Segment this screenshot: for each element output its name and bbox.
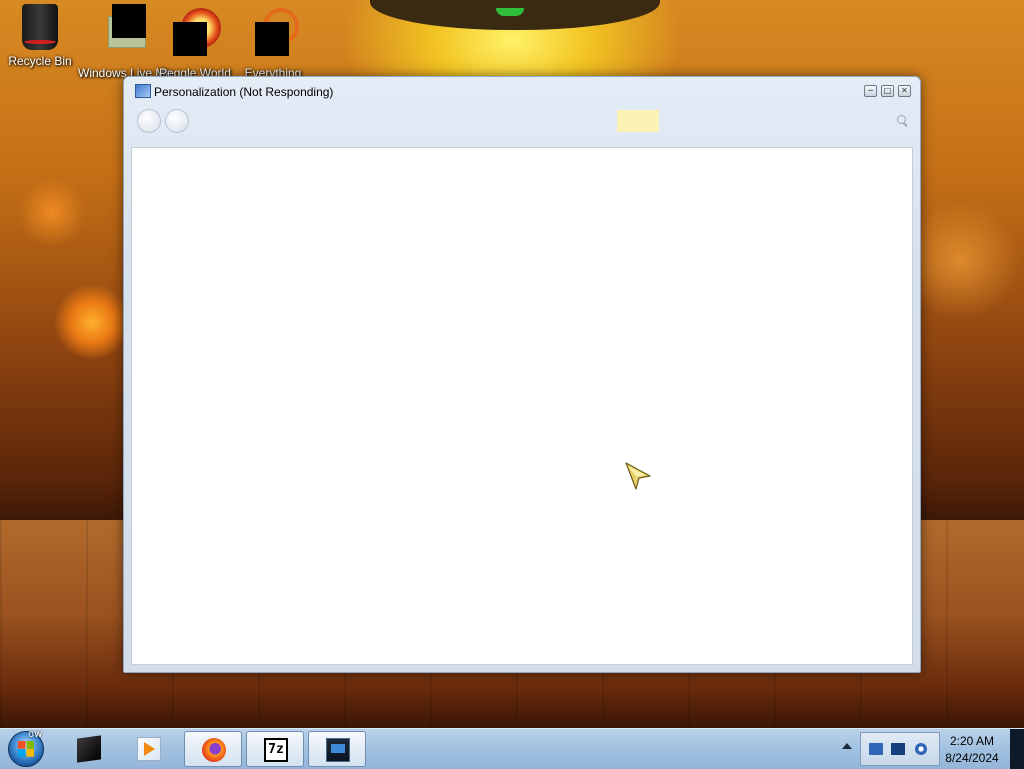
taskbar-item-7zip[interactable]: 7z [246,731,304,767]
peggle-world-icon [173,8,221,56]
window-content-area [131,147,913,665]
show-hidden-icons-button[interactable] [842,743,852,749]
maximize-button[interactable]: □ [881,85,894,97]
close-button[interactable]: ✕ [898,85,911,97]
minimize-icon: ─ [868,86,873,95]
system-tray [860,732,940,766]
taskbar-item-firefox[interactable] [184,731,242,767]
windows-logo-icon [18,741,34,757]
clock-time[interactable]: 2:20 AM [940,734,1004,748]
start-label: ow [28,729,43,740]
volume-icon[interactable] [915,743,927,755]
desktop-icon-everything[interactable]: Everything [233,4,313,80]
control-panel-icon [135,84,151,98]
search-icon[interactable] [897,115,906,124]
window-toolbar [130,105,914,145]
mouse-cursor-icon [625,462,651,490]
window-title: Personalization (Not Responding) [154,85,334,99]
desktop-icon-label: Recycle Bin [8,54,72,68]
taskbar: ow 7z 2:20 AM 8/24/2024 [0,728,1024,769]
media-player-icon [137,737,161,761]
taskbar-item-media-player[interactable] [120,731,178,767]
window-titlebar[interactable]: Personalization (Not Responding) ─ □ ✕ [124,77,920,103]
everything-search-icon [253,8,299,56]
desktop-icon-recycle-bin[interactable]: Recycle Bin [0,4,80,68]
recycle-bin-icon [22,4,58,50]
show-desktop-button[interactable] [1010,729,1024,769]
minimize-button[interactable]: ─ [864,85,877,97]
box-app-icon [77,735,101,763]
desktop-icon-windows-live-mail[interactable]: Windows Live Ma [78,4,172,80]
network-icon[interactable] [869,743,883,755]
windows-live-mail-icon [98,4,146,50]
forward-button[interactable] [165,109,189,133]
firefox-icon [202,738,226,762]
network-icon[interactable] [891,743,905,755]
address-bar-fragment[interactable] [617,110,659,132]
close-icon: ✕ [901,86,908,95]
taskbar-item-box-app[interactable] [60,731,118,767]
control-panel-icon [326,738,350,762]
7zip-icon: 7z [264,738,288,762]
maximize-icon: □ [883,86,892,95]
taskbar-item-control-panel[interactable] [308,731,366,767]
personalization-window[interactable]: Personalization (Not Responding) ─ □ ✕ [123,76,921,673]
back-button[interactable] [137,109,161,133]
desktop-icon-peggle-world[interactable]: Peggle World [155,4,235,80]
clock-date[interactable]: 8/24/2024 [940,751,1004,765]
